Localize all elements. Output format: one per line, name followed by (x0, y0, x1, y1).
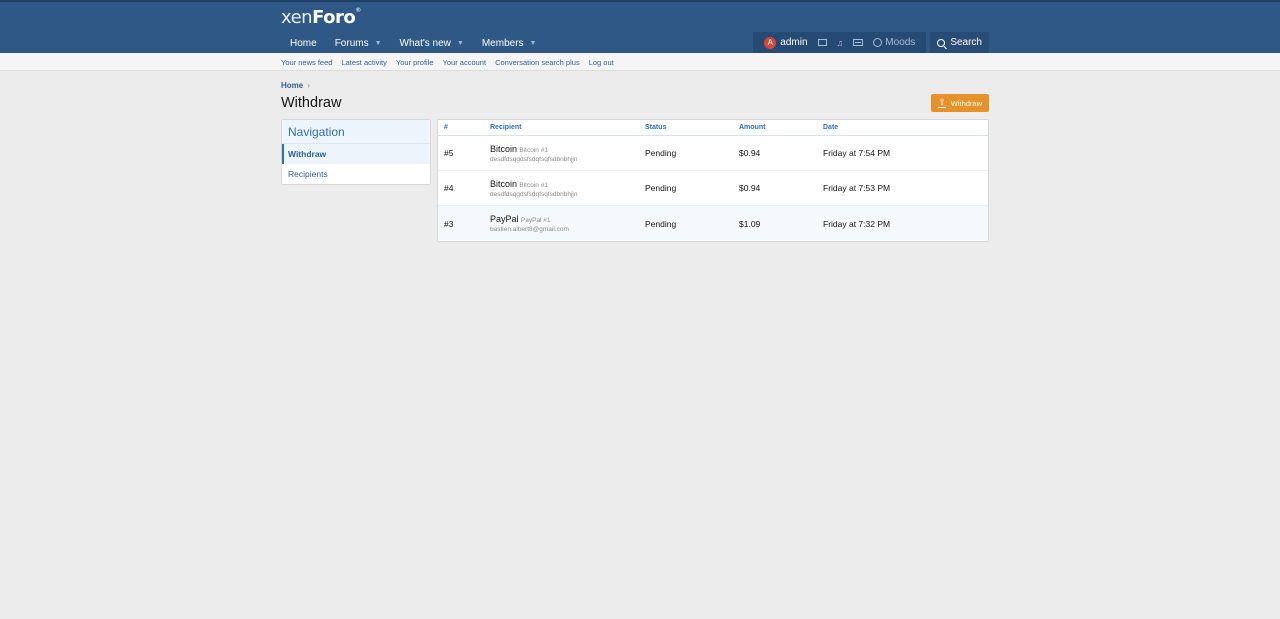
row-id: #5 (444, 148, 454, 158)
row-amount: $0.94 (739, 183, 761, 193)
user-bar: A admin ♫ Moods Search (753, 32, 989, 53)
recipient-name: Bitcoin (490, 178, 518, 189)
row-date: Friday at 7:54 PM (823, 148, 891, 158)
withdraw-table: # Recipient Status Amount Date #5 Bitcoi… (437, 119, 989, 242)
recipient-address: bastien.albert8@gmail.com (490, 226, 569, 233)
row-id: #3 (444, 218, 454, 229)
logo-trademark: ® (355, 7, 361, 14)
sidebar-item-withdraw[interactable]: Withdraw (282, 144, 430, 164)
recipient-tag: PayPal #1 (520, 217, 551, 224)
recipient-name: Bitcoin (490, 143, 518, 154)
card-icon (853, 39, 864, 46)
envelope-icon (817, 39, 827, 46)
breadcrumb-separator: › (307, 81, 310, 90)
row-status: Pending (645, 183, 677, 193)
row-date: Friday at 7:32 PM (823, 218, 891, 229)
breadcrumb-home[interactable]: Home (281, 81, 303, 90)
table-header: # Recipient Status Amount Date (438, 120, 988, 136)
page-title: Withdraw (281, 95, 342, 111)
chevron-down-icon[interactable]: ▼ (375, 40, 382, 47)
nav-forums[interactable]: Forums ▼ (326, 33, 391, 53)
row-recipient: Bitcoin Bitcoin #1 desdfdsqgdsfsdqfsqfsd… (490, 179, 645, 198)
subnav-conversation-search[interactable]: Conversation search plus (495, 58, 580, 67)
column-amount[interactable]: Amount (739, 124, 823, 131)
bell-icon: ♫ (836, 37, 844, 48)
avatar: A (764, 36, 777, 49)
subnav-news-feed[interactable]: Your news feed (281, 58, 332, 67)
withdraw-button[interactable]: ⇧ Withdraw (931, 94, 989, 112)
smile-icon (873, 38, 883, 47)
row-date: Friday at 7:53 PM (823, 183, 891, 193)
subnav-your-profile[interactable]: Your profile (396, 58, 434, 67)
row-id: #4 (444, 183, 454, 193)
subnav-your-account[interactable]: Your account (443, 58, 487, 67)
table-row[interactable]: #3 PayPal PayPal #1 bastien.albert8@gmai… (438, 206, 988, 241)
recipient-address: desdfdsqgdsfsdqfsqfsdbnbhjjn (490, 190, 578, 198)
nav-home-label: Home (290, 37, 317, 49)
upload-icon: ⇧ (938, 97, 946, 108)
subnav-log-out[interactable]: Log out (589, 58, 614, 67)
recipient-address: desdfdsqgdsfsdqfsqfsdbnbhjjn (490, 155, 578, 163)
search-label: Search (950, 37, 982, 48)
row-status: Pending (645, 148, 677, 158)
sidebar-item-recipients[interactable]: Recipients (282, 164, 430, 184)
logo-bold: Foro (312, 7, 356, 28)
main-nav: Home Forums ▼ What's new ▼ Members ▼ (281, 33, 545, 53)
search-button[interactable]: Search (930, 32, 989, 53)
row-amount: $0.94 (739, 148, 761, 158)
recipient-tag: Bitcoin #1 (519, 181, 548, 189)
row-recipient: Bitcoin Bitcoin #1 desdfdsqgdsfsdqfsqfsd… (490, 144, 645, 163)
search-icon (937, 38, 946, 47)
sidebar-navigation: Navigation Withdraw Recipients (281, 119, 431, 185)
column-date[interactable]: Date (823, 124, 988, 131)
nav-members[interactable]: Members ▼ (473, 33, 546, 53)
nav-whats-new-label: What's new (399, 37, 451, 49)
account-menu[interactable]: A admin (759, 36, 812, 49)
withdraw-button-label: Withdraw (950, 98, 982, 108)
column-recipient[interactable]: Recipient (490, 124, 645, 131)
column-id[interactable]: # (438, 124, 490, 131)
nav-whats-new[interactable]: What's new ▼ (391, 33, 473, 53)
nav-members-label: Members (481, 37, 524, 49)
table-row[interactable]: #5 Bitcoin Bitcoin #1 desdfdsqgdsfsdqfsq… (438, 136, 988, 171)
site-logo[interactable]: xenForo® (281, 7, 361, 28)
chevron-down-icon[interactable]: ▼ (457, 40, 464, 47)
moods-button[interactable]: Moods (868, 37, 920, 48)
column-status[interactable]: Status (645, 124, 739, 131)
username: admin (780, 37, 808, 48)
recipient-name: PayPal (490, 214, 519, 224)
alerts-button[interactable]: ♫ (832, 38, 849, 48)
row-status: Pending (645, 218, 677, 229)
sidebar-title: Navigation (282, 120, 430, 144)
breadcrumb: Home › (281, 81, 310, 90)
logo-prefix: xen (281, 7, 313, 28)
recipient-tag: Bitcoin #1 (519, 146, 548, 154)
table-row[interactable]: #4 Bitcoin Bitcoin #1 desdfdsqgdsfsdqfsq… (438, 171, 988, 206)
user-group: A admin ♫ Moods (753, 32, 927, 53)
sub-nav: Your news feed Latest activity Your prof… (0, 53, 1280, 71)
row-amount: $1.09 (739, 218, 761, 229)
row-recipient: PayPal PayPal #1 bastien.albert8@gmail.c… (490, 214, 645, 233)
moods-label: Moods (885, 37, 916, 48)
site-header: xenForo® Home Forums ▼ What's new ▼ Member… (0, 0, 1280, 53)
nav-home[interactable]: Home (281, 33, 326, 53)
cards-button[interactable] (848, 39, 868, 46)
inbox-button[interactable] (813, 39, 832, 46)
subnav-latest-activity[interactable]: Latest activity (341, 58, 386, 67)
chevron-down-icon[interactable]: ▼ (530, 40, 537, 47)
nav-forums-label: Forums (334, 37, 369, 49)
